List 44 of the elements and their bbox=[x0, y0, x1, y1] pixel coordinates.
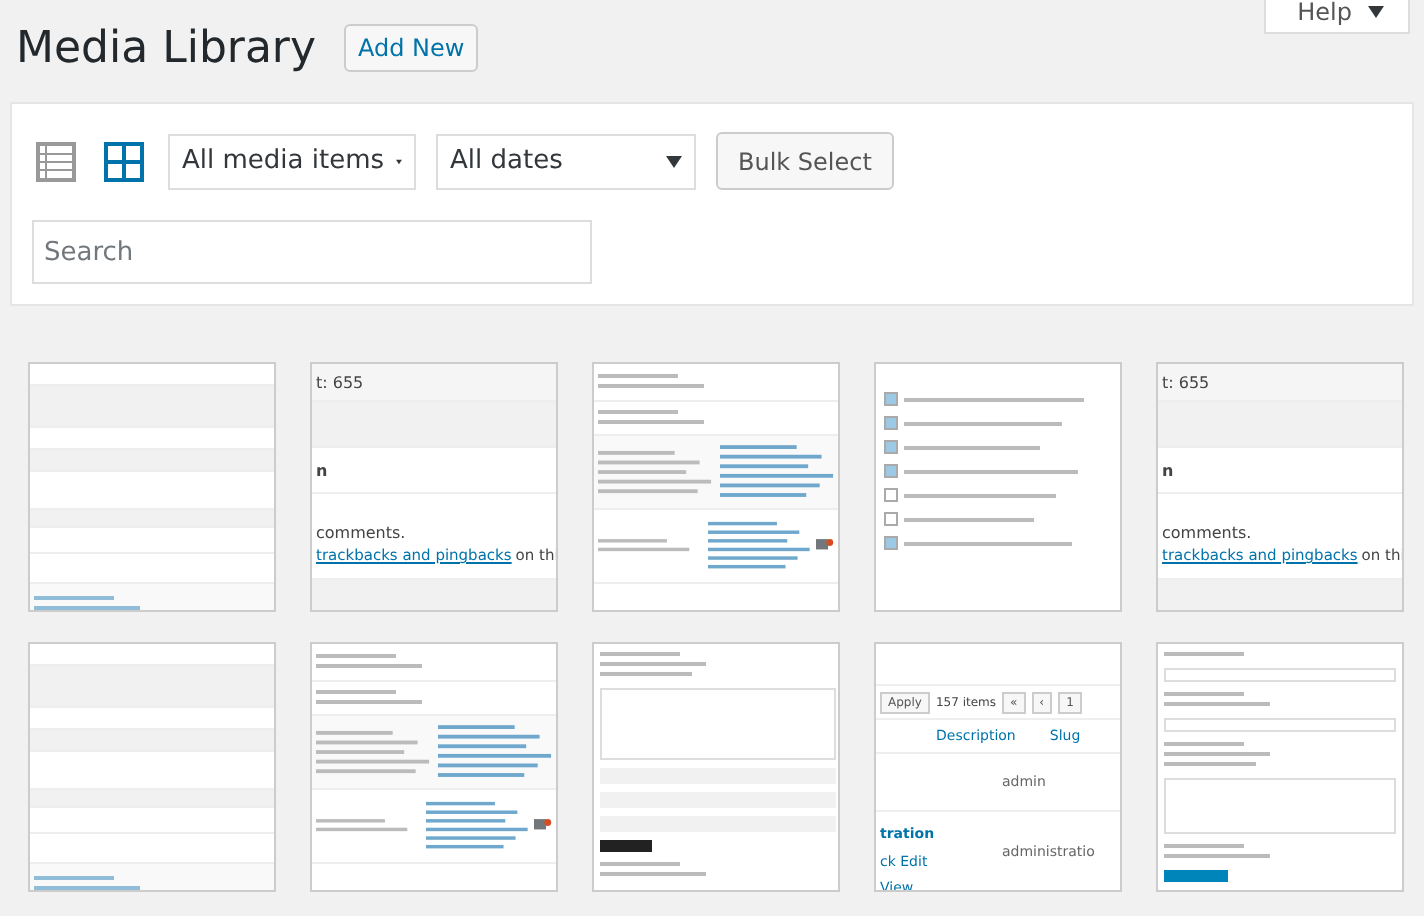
bulk-select-button[interactable]: Bulk Select bbox=[716, 132, 894, 190]
heading-text: n bbox=[1162, 461, 1174, 479]
text-lines-drawing bbox=[437, 722, 552, 782]
checkbox[interactable] bbox=[884, 416, 898, 430]
comment-bubble-icon bbox=[816, 538, 834, 554]
comment-bubble-icon bbox=[534, 818, 552, 834]
screenshot-thumbnail[interactable] bbox=[874, 362, 1122, 612]
add-new-button[interactable]: Add New bbox=[344, 24, 479, 72]
screenshot-thumbnail[interactable] bbox=[28, 362, 276, 612]
search-field[interactable]: Search bbox=[32, 220, 592, 284]
checkbox[interactable] bbox=[884, 512, 898, 526]
screenshot-thumbnail[interactable] bbox=[1156, 642, 1404, 892]
count-text: t: 655 bbox=[316, 373, 364, 391]
text-line-drawing bbox=[904, 517, 1034, 521]
help-tab[interactable]: Help bbox=[1263, 0, 1410, 34]
checkbox[interactable] bbox=[884, 536, 898, 550]
screenshot-thumbnail[interactable] bbox=[592, 642, 840, 892]
text-lines-drawing bbox=[316, 727, 431, 777]
comments-text: comments. bbox=[1162, 524, 1252, 542]
screenshot-thumbnail[interactable] bbox=[28, 642, 276, 892]
add-button-drawing bbox=[1164, 870, 1228, 882]
checkbox[interactable] bbox=[884, 488, 898, 502]
post-button-drawing bbox=[600, 840, 652, 852]
filter-dropdown[interactable]: All dates bbox=[436, 133, 696, 189]
filter-dropdown[interactable]: All media items bbox=[168, 133, 416, 189]
checkbox[interactable] bbox=[884, 464, 898, 478]
text-lines-drawing bbox=[598, 447, 713, 497]
grid-view-button[interactable] bbox=[100, 141, 148, 181]
list-view-icon bbox=[36, 141, 76, 181]
checkbox[interactable] bbox=[884, 392, 898, 406]
page-title: Media Library bbox=[16, 23, 316, 73]
text-line-drawing bbox=[904, 445, 1040, 449]
screenshot-thumbnail[interactable] bbox=[310, 642, 558, 892]
heading-text: n bbox=[316, 461, 328, 479]
checkbox[interactable] bbox=[884, 440, 898, 454]
list-view-button[interactable] bbox=[32, 141, 80, 181]
count-text: t: 655 bbox=[1162, 373, 1210, 391]
grid-view-icon bbox=[104, 141, 144, 181]
caret-icon bbox=[396, 155, 402, 167]
screenshot-thumbnail[interactable] bbox=[592, 362, 840, 612]
comments-text: comments. bbox=[316, 524, 406, 542]
caret-icon bbox=[1368, 6, 1384, 18]
text-lines-drawing bbox=[719, 442, 834, 502]
caret-icon bbox=[666, 155, 682, 167]
